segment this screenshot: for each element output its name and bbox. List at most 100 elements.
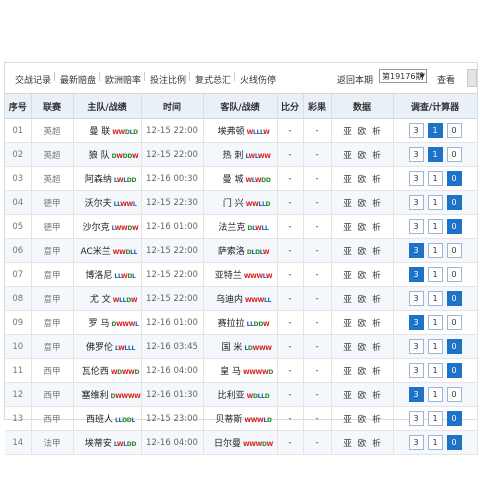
cell-league[interactable]: 西甲 [31, 382, 74, 407]
cell-home-team[interactable]: 佛罗伦 LWLLL [73, 334, 142, 359]
vote-draw-button[interactable]: 1 [427, 291, 443, 306]
cell-league[interactable]: 西甲 [31, 406, 74, 431]
analysis-link[interactable]: 析 [372, 175, 381, 185]
asian-odds-link[interactable]: 亚 [343, 439, 352, 449]
vote-home-win-button[interactable]: 3 [408, 171, 424, 186]
vote-away-win-button[interactable]: 0 [446, 387, 462, 402]
vote-away-win-button[interactable]: 0 [446, 219, 462, 234]
vote-draw-button[interactable]: 1 [427, 171, 443, 186]
away-team-name[interactable]: 亚特兰 [208, 268, 242, 281]
asian-odds-link[interactable]: 亚 [343, 319, 352, 329]
asian-odds-link[interactable]: 亚 [343, 367, 352, 377]
cell-league[interactable]: 英超 [31, 166, 74, 191]
asian-odds-link[interactable]: 亚 [343, 343, 352, 353]
cell-home-team[interactable]: 沃尔夫 LLWWL [73, 190, 142, 215]
cell-league[interactable]: 意甲 [31, 310, 74, 335]
cell-league[interactable]: 英超 [31, 142, 74, 167]
away-team-name[interactable]: 萨索洛 [211, 244, 245, 257]
link-injuries[interactable]: 火线伤停 [240, 73, 276, 86]
cell-away-team[interactable]: 赛拉拉 LLDDW [203, 310, 278, 335]
cell-league[interactable]: 英超 [31, 118, 74, 143]
vote-home-win-button[interactable]: 3 [408, 411, 424, 426]
cell-home-team[interactable]: 狼 队 DWDDW [73, 142, 142, 167]
away-team-name[interactable]: 皇 马 [207, 364, 241, 377]
asian-odds-link[interactable]: 亚 [343, 127, 352, 137]
asian-odds-link[interactable]: 亚 [343, 199, 352, 209]
home-team-name[interactable]: 塞维利 [75, 388, 108, 401]
cell-away-team[interactable]: 门 兴 WWLLD [203, 190, 278, 215]
home-team-name[interactable]: 狼 队 [76, 148, 110, 161]
home-team-name[interactable]: 瓦伦西 [75, 364, 109, 377]
vote-draw-button[interactable]: 1 [427, 339, 443, 354]
analysis-link[interactable]: 析 [372, 127, 381, 137]
cell-away-team[interactable]: 热 刺 LWLWW [203, 142, 278, 167]
cell-league[interactable]: 德甲 [31, 190, 74, 215]
vote-draw-button[interactable]: 1 [427, 243, 443, 258]
vote-home-win-button[interactable]: 3 [408, 219, 424, 234]
euro-odds-link[interactable]: 欧 [358, 319, 367, 329]
view-button[interactable]: 查看 [437, 73, 455, 86]
away-team-name[interactable]: 热 刺 [209, 148, 244, 161]
link-combo-summary[interactable]: 复式总汇 [195, 73, 231, 86]
home-team-name[interactable]: 尤 文 [77, 292, 111, 305]
home-team-name[interactable]: 罗 马 [75, 316, 110, 329]
home-team-name[interactable]: 西班人 [79, 412, 113, 425]
away-team-name[interactable]: 埃弗顿 [211, 124, 245, 137]
analysis-link[interactable]: 析 [372, 199, 381, 209]
vote-home-win-button[interactable]: 3 [408, 243, 424, 258]
analysis-link[interactable]: 析 [372, 439, 381, 449]
analysis-link[interactable]: 析 [372, 343, 381, 353]
vote-draw-button[interactable]: 1 [427, 315, 443, 330]
home-team-name[interactable]: 佛罗伦 [79, 340, 113, 353]
vote-away-win-button[interactable]: 0 [446, 435, 462, 450]
cell-league[interactable]: 德甲 [31, 214, 74, 239]
cell-home-team[interactable]: 塞维利 DWWWW [73, 382, 142, 407]
asian-odds-link[interactable]: 亚 [343, 175, 352, 185]
home-team-name[interactable]: 沃尔夫 [78, 196, 112, 209]
cell-away-team[interactable]: 日尔曼 WWWDW [203, 430, 278, 455]
cell-away-team[interactable]: 法兰克 DLWLL [203, 214, 278, 239]
euro-odds-link[interactable]: 欧 [358, 271, 367, 281]
home-team-name[interactable]: AC米兰 [77, 244, 111, 257]
away-team-name[interactable]: 赛拉拉 [211, 316, 245, 329]
euro-odds-link[interactable]: 欧 [358, 151, 367, 161]
cell-league[interactable]: 法甲 [31, 430, 74, 455]
asian-odds-link[interactable]: 亚 [343, 151, 352, 161]
vote-home-win-button[interactable]: 3 [408, 387, 424, 402]
link-euro-odds[interactable]: 欧洲赔率 [105, 73, 141, 86]
euro-odds-link[interactable]: 欧 [358, 367, 367, 377]
away-team-name[interactable]: 法兰克 [211, 220, 245, 233]
cell-league[interactable]: 意甲 [31, 334, 74, 359]
cell-home-team[interactable]: 沙尔克 LWWDW [73, 214, 142, 239]
cell-league[interactable]: 意甲 [31, 262, 74, 287]
away-team-name[interactable]: 门 兴 [210, 196, 244, 209]
vote-away-win-button[interactable]: 0 [446, 411, 462, 426]
cell-league[interactable]: 西甲 [31, 358, 74, 383]
analysis-link[interactable]: 析 [372, 319, 381, 329]
cell-home-team[interactable]: 西班人 LLDDL [73, 406, 142, 431]
vote-draw-button[interactable]: 1 [427, 387, 443, 402]
away-team-name[interactable]: 比利亚 [211, 388, 245, 401]
euro-odds-link[interactable]: 欧 [358, 175, 367, 185]
vote-home-win-button[interactable]: 3 [408, 315, 424, 330]
vote-away-win-button[interactable]: 0 [446, 363, 462, 378]
vote-away-win-button[interactable]: 0 [446, 339, 462, 354]
vote-away-win-button[interactable]: 0 [446, 267, 462, 282]
vote-home-win-button[interactable]: 3 [408, 267, 424, 282]
cell-home-team[interactable]: 曼 联 WWDLD [73, 118, 142, 143]
asian-odds-link[interactable]: 亚 [343, 223, 352, 233]
vote-home-win-button[interactable]: 3 [408, 363, 424, 378]
away-team-name[interactable]: 乌迪内 [209, 292, 243, 305]
cell-home-team[interactable]: AC米兰 WWDLL [73, 238, 142, 263]
vote-away-win-button[interactable]: 0 [446, 243, 462, 258]
vote-away-win-button[interactable]: 0 [446, 195, 462, 210]
analysis-link[interactable]: 析 [372, 247, 381, 257]
home-team-name[interactable]: 阿森纳 [78, 172, 112, 185]
asian-odds-link[interactable]: 亚 [343, 415, 352, 425]
vote-draw-button[interactable]: 1 [427, 267, 443, 282]
home-team-name[interactable]: 博洛尼 [78, 268, 112, 281]
cell-away-team[interactable]: 乌迪内 WWWLL [203, 286, 278, 311]
cell-home-team[interactable]: 博洛尼 LLWDL [73, 262, 142, 287]
euro-odds-link[interactable]: 欧 [358, 415, 367, 425]
euro-odds-link[interactable]: 欧 [358, 439, 367, 449]
